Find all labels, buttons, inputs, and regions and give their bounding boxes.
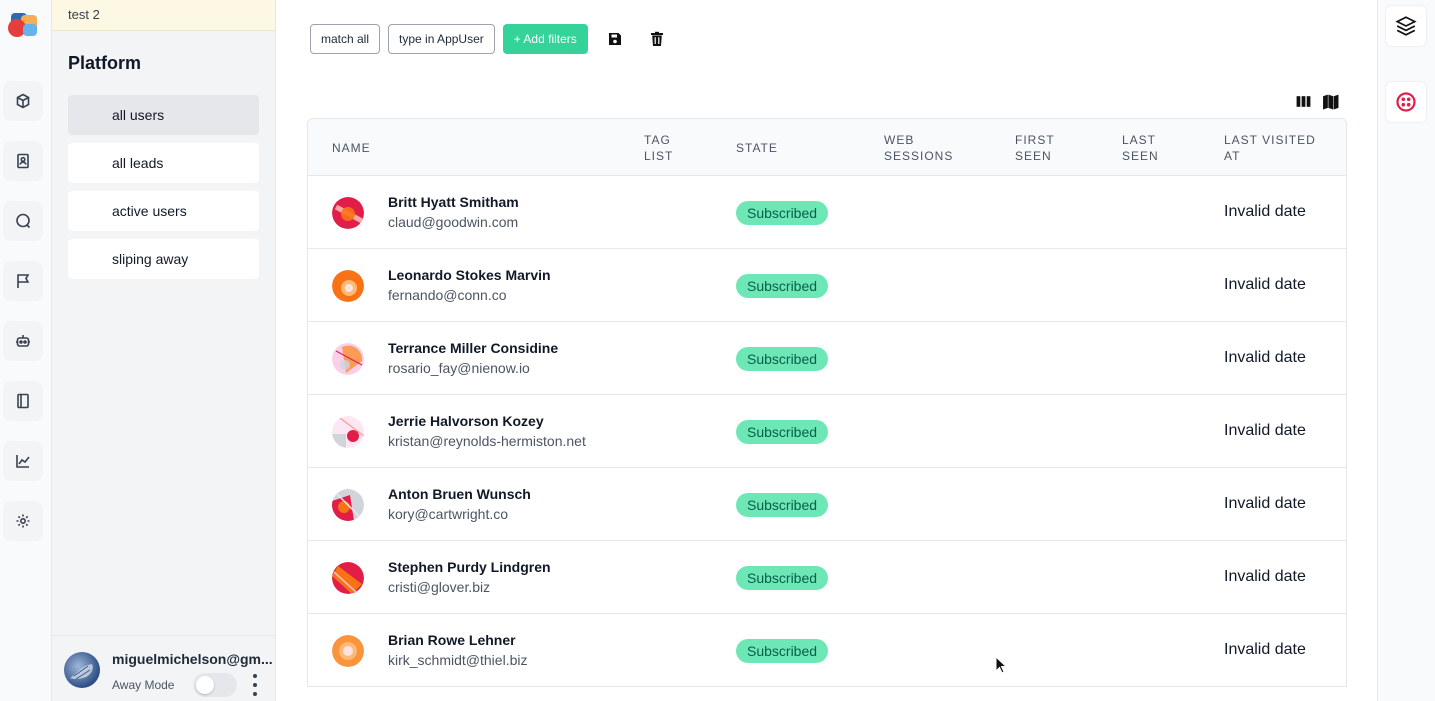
user-email: kirk_schmidt@thiel.biz bbox=[388, 652, 528, 668]
user-email: fernando@conn.co bbox=[388, 287, 507, 303]
main-content: match all type in AppUser + Add filters … bbox=[276, 0, 1377, 701]
user-name[interactable]: Jerrie Halvorson Kozey bbox=[388, 413, 544, 429]
user-name: miguelmichelson@gm... bbox=[112, 651, 272, 667]
col-last-visited[interactable]: LAST VISITED AT bbox=[1224, 132, 1316, 164]
status-badge: Subscribed bbox=[736, 566, 829, 590]
avatar[interactable] bbox=[64, 652, 100, 688]
segment-sliping-away[interactable]: sliping away bbox=[68, 239, 259, 279]
cube-icon[interactable] bbox=[3, 81, 43, 121]
segment-all-leads[interactable]: all leads bbox=[68, 143, 259, 183]
status-badge: Subscribed bbox=[736, 420, 829, 444]
user-avatar bbox=[332, 489, 364, 521]
app-name[interactable]: test 2 bbox=[52, 0, 275, 31]
table-row[interactable]: Terrance Miller Considine rosario_fay@ni… bbox=[308, 322, 1346, 395]
status-badge: Subscribed bbox=[736, 201, 829, 225]
last-visited-date: Invalid date bbox=[1224, 641, 1306, 658]
user-name[interactable]: Brian Rowe Lehner bbox=[388, 632, 516, 648]
type-filter-button[interactable]: type in AppUser bbox=[388, 24, 495, 54]
user-email: kristan@reynolds-hermiston.net bbox=[388, 433, 586, 449]
map-icon[interactable] bbox=[1322, 93, 1339, 110]
user-email: cristi@glover.biz bbox=[388, 579, 491, 595]
user-avatar bbox=[332, 197, 364, 229]
user-name[interactable]: Stephen Purdy Lindgren bbox=[388, 559, 551, 575]
app-logo-icon[interactable] bbox=[7, 12, 39, 40]
col-last-seen[interactable]: LAST SEEN bbox=[1122, 132, 1159, 164]
col-state[interactable]: STATE bbox=[736, 140, 778, 156]
col-name[interactable]: NAME bbox=[332, 140, 371, 156]
filter-bar: match all type in AppUser + Add filters bbox=[310, 24, 672, 54]
user-name[interactable]: Terrance Miller Considine bbox=[388, 340, 558, 356]
icon-rail bbox=[0, 0, 52, 701]
chart-icon[interactable] bbox=[3, 441, 43, 481]
bot-icon[interactable] bbox=[3, 321, 43, 361]
table-row[interactable]: Britt Hyatt Smitham claud@goodwin.com Su… bbox=[308, 176, 1346, 249]
book-icon[interactable] bbox=[3, 381, 43, 421]
last-visited-date: Invalid date bbox=[1224, 495, 1306, 512]
user-avatar bbox=[332, 416, 364, 448]
table-row[interactable]: Stephen Purdy Lindgren cristi@glover.biz… bbox=[308, 541, 1346, 614]
user-avatar bbox=[332, 635, 364, 667]
col-tag-list[interactable]: TAG LIST bbox=[644, 132, 673, 164]
last-visited-date: Invalid date bbox=[1224, 203, 1306, 220]
last-visited-date: Invalid date bbox=[1224, 422, 1306, 439]
user-email: rosario_fay@nienow.io bbox=[388, 360, 530, 376]
user-email: kory@cartwright.co bbox=[388, 506, 509, 522]
table-row[interactable]: Brian Rowe Lehner kirk_schmidt@thiel.biz… bbox=[308, 614, 1346, 687]
user-name[interactable]: Leonardo Stokes Marvin bbox=[388, 267, 551, 283]
user-name[interactable]: Britt Hyatt Smitham bbox=[388, 194, 519, 210]
status-badge: Subscribed bbox=[736, 639, 829, 663]
gear-icon[interactable] bbox=[3, 501, 43, 541]
user-avatar bbox=[332, 562, 364, 594]
away-mode-label: Away Mode bbox=[112, 678, 175, 692]
right-rail bbox=[1377, 0, 1435, 701]
table-row[interactable]: Anton Bruen Wunsch kory@cartwright.co Su… bbox=[308, 468, 1346, 541]
mouse-cursor-icon bbox=[995, 656, 1007, 674]
add-filters-button[interactable]: + Add filters bbox=[502, 24, 588, 54]
twilio-icon[interactable] bbox=[1386, 82, 1426, 122]
layers-icon[interactable] bbox=[1386, 6, 1426, 46]
away-mode-toggle[interactable] bbox=[193, 673, 237, 697]
user-avatar bbox=[332, 343, 364, 375]
user-email: claud@goodwin.com bbox=[388, 214, 519, 230]
status-badge: Subscribed bbox=[736, 493, 829, 517]
segment-all-users[interactable]: all users bbox=[68, 95, 259, 135]
user-name[interactable]: Anton Bruen Wunsch bbox=[388, 486, 531, 502]
section-title: Platform bbox=[68, 53, 142, 73]
more-options-icon[interactable] bbox=[249, 674, 261, 696]
status-badge: Subscribed bbox=[736, 347, 829, 371]
table-header: NAME TAG LIST STATE WEB SESSIONS FIRST SEEN… bbox=[308, 119, 1346, 176]
col-first-seen[interactable]: FIRST SEEN bbox=[1015, 132, 1055, 164]
col-web-sessions[interactable]: WEB SESSIONS bbox=[884, 132, 953, 164]
users-table: NAME TAG LIST STATE WEB SESSIONS FIRST SEEN… bbox=[307, 118, 1347, 687]
table-row[interactable]: Leonardo Stokes Marvin fernando@conn.co … bbox=[308, 249, 1346, 322]
segment-active-users[interactable]: active users bbox=[68, 191, 259, 231]
match-all-button[interactable]: match all bbox=[310, 24, 381, 54]
save-icon[interactable] bbox=[600, 24, 630, 54]
flag-icon[interactable] bbox=[3, 261, 43, 301]
trash-icon[interactable] bbox=[642, 24, 672, 54]
last-visited-date: Invalid date bbox=[1224, 276, 1306, 293]
view-switcher bbox=[1295, 93, 1339, 110]
table-row[interactable]: Jerrie Halvorson Kozey kristan@reynolds-… bbox=[308, 395, 1346, 468]
segments-sidebar: test 2 Platform all users all leads acti… bbox=[52, 0, 276, 701]
user-avatar bbox=[332, 270, 364, 302]
last-visited-date: Invalid date bbox=[1224, 568, 1306, 585]
last-visited-date: Invalid date bbox=[1224, 349, 1306, 366]
contacts-icon[interactable] bbox=[3, 141, 43, 181]
chat-icon[interactable] bbox=[3, 201, 43, 241]
app-root: test 2 Platform all users all leads acti… bbox=[0, 0, 1435, 701]
user-footer: miguelmichelson@gm... Away Mode bbox=[52, 635, 276, 701]
status-badge: Subscribed bbox=[736, 274, 829, 298]
columns-icon[interactable] bbox=[1295, 93, 1312, 110]
